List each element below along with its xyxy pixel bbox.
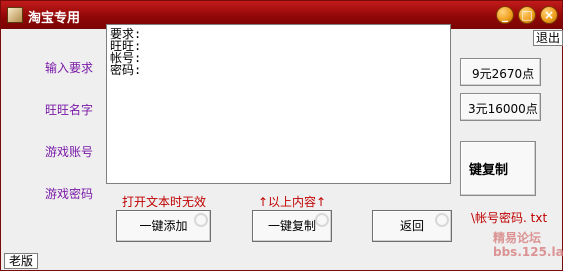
exit-button[interactable]: 退出 (533, 30, 563, 46)
back-button[interactable]: 返回 (372, 210, 452, 242)
textarea-line-password: 密码: (110, 63, 142, 77)
big-copy-button[interactable]: 键复制 (460, 141, 536, 196)
label-wangwang: 旺旺名字 (45, 103, 94, 117)
watermark-line-2: bbs.125.la (493, 245, 563, 259)
old-version-button[interactable]: 老版 (4, 253, 38, 269)
watermark-line-1: 精易论坛 (493, 231, 542, 245)
price-2670-button[interactable]: 9元2670点 (460, 58, 541, 86)
back-label: 返回 (399, 219, 424, 233)
hint-file-name: \帐号密码. txt (471, 211, 548, 225)
label-account: 游戏账号 (45, 145, 94, 159)
one-click-copy-label: 一键复制 (267, 219, 316, 233)
textarea-line-requirement: 要求: (110, 27, 142, 41)
one-click-copy-button[interactable]: 一键复制 (252, 210, 332, 242)
hint-above-content: ↑以上内容↑ (258, 195, 327, 209)
hint-open-text-invalid: 打开文本时无效 (122, 195, 207, 209)
app-window: 淘宝专用 _ □ × 退出 输入要求 旺旺名字 游戏账号 游戏密码 要求: 旺旺… (0, 0, 563, 271)
one-click-add-button[interactable]: 一键添加 (116, 210, 211, 242)
label-requirement: 输入要求 (45, 61, 94, 75)
close-button[interactable]: × (540, 6, 558, 24)
swirl-decoration-icon (435, 213, 449, 227)
swirl-decoration-icon (315, 213, 329, 227)
swirl-decoration-icon (194, 213, 208, 227)
one-click-add-label: 一键添加 (139, 219, 188, 233)
forum-watermark: 精易论坛 bbs.125.la (493, 231, 563, 259)
app-icon (7, 7, 23, 23)
window-title: 淘宝专用 (28, 11, 81, 26)
maximize-button[interactable]: □ (518, 6, 536, 24)
label-password: 游戏密码 (45, 187, 94, 201)
content-textarea[interactable]: 要求: 旺旺: 帐号: 密码: (106, 24, 451, 184)
minimize-button[interactable]: _ (496, 6, 514, 24)
price-16000-button[interactable]: 3元16000点 (460, 93, 541, 121)
textarea-line-wangwang: 旺旺: (110, 39, 142, 53)
textarea-line-account: 帐号: (110, 51, 142, 65)
